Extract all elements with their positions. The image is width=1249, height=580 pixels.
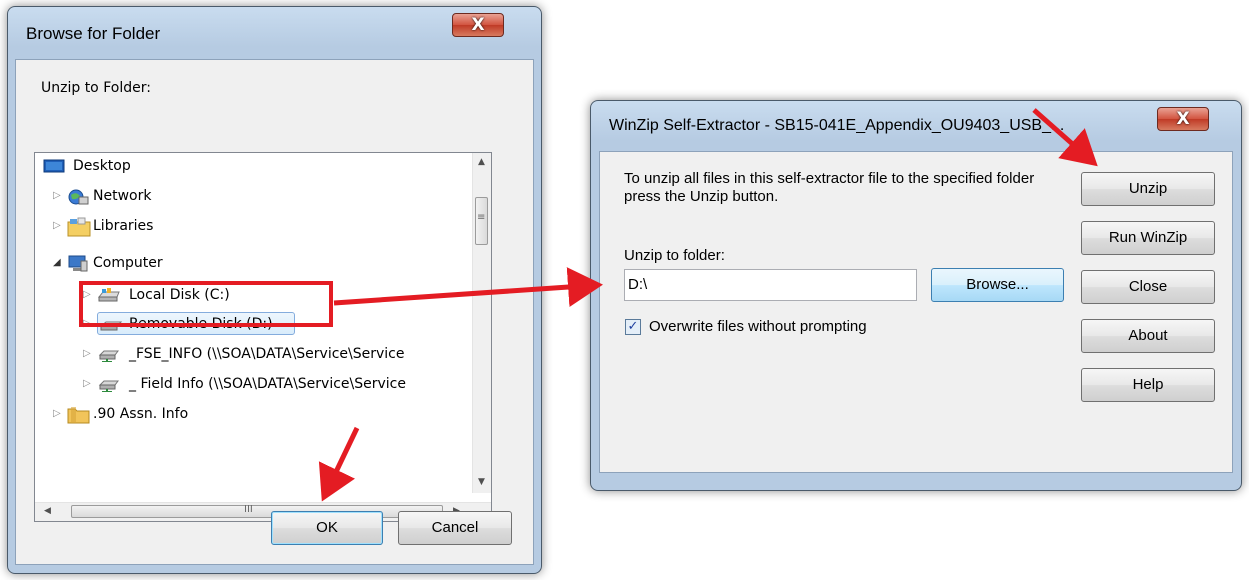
expand-arrow-icon[interactable]: ▷ bbox=[53, 220, 63, 232]
tree-item-assn-info[interactable]: ▷ .90 Assn. Info bbox=[53, 403, 453, 425]
winzip-instructions: To unzip all files in this self-extracto… bbox=[624, 170, 1035, 205]
tree-item-field-info[interactable]: ▷ _ Field Info (\\SOA\DATA\Service\Servi… bbox=[83, 373, 473, 395]
tree-item-label: Desktop bbox=[73, 158, 131, 174]
browse-dialog-title: Browse for Folder bbox=[26, 24, 161, 43]
winzip-self-extractor-dialog: WinZip Self-Extractor - SB15-041E_Append… bbox=[590, 100, 1242, 491]
tree-item-fse-info[interactable]: ▷ _FSE_INFO (\\SOA\DATA\Service\Service bbox=[83, 343, 473, 365]
scroll-grip-icon: ≡ bbox=[477, 212, 486, 223]
tree-item-label: Computer bbox=[93, 255, 163, 271]
unzip-to-folder-prompt: Unzip to Folder: bbox=[41, 80, 151, 96]
tree-item-desktop[interactable]: Desktop bbox=[43, 155, 463, 177]
expand-arrow-icon[interactable]: ▷ bbox=[83, 348, 93, 360]
tree-item-label: Network bbox=[93, 188, 152, 204]
overwrite-label: Overwrite files without prompting bbox=[649, 318, 867, 335]
tree-item-network[interactable]: ▷ Network bbox=[53, 185, 453, 207]
tree-vertical-scrollbar[interactable]: ▲ ≡ ▼ bbox=[472, 153, 491, 493]
desktop-icon bbox=[43, 158, 65, 174]
help-button[interactable]: Help bbox=[1081, 368, 1215, 402]
browse-button[interactable]: Browse... bbox=[931, 268, 1064, 302]
about-button[interactable]: About bbox=[1081, 319, 1215, 353]
close-icon: X bbox=[1176, 109, 1190, 129]
close-button[interactable]: Close bbox=[1081, 270, 1215, 304]
network-drive-icon bbox=[97, 346, 119, 363]
folder-tree[interactable]: Desktop ▷ Network ▷ Libraries ◢ Computer… bbox=[34, 152, 492, 522]
overwrite-checkbox[interactable]: ✓ bbox=[625, 319, 641, 335]
collapse-arrow-icon[interactable]: ◢ bbox=[53, 257, 63, 269]
tree-item-libraries[interactable]: ▷ Libraries bbox=[53, 215, 453, 237]
removable-disk-highlight-box bbox=[79, 281, 333, 327]
expand-arrow-icon[interactable]: ▷ bbox=[83, 378, 93, 390]
winzip-dialog-close-button[interactable]: X bbox=[1157, 107, 1209, 131]
expand-arrow-icon[interactable]: ▷ bbox=[53, 190, 63, 202]
computer-icon bbox=[67, 255, 89, 272]
run-winzip-button[interactable]: Run WinZip bbox=[1081, 221, 1215, 255]
winzip-dialog-body: To unzip all files in this self-extracto… bbox=[599, 151, 1233, 473]
scroll-left-arrow-icon[interactable]: ◀ bbox=[44, 506, 51, 516]
unzip-folder-input[interactable]: D:\ bbox=[624, 269, 917, 301]
network-drive-icon bbox=[97, 376, 119, 393]
scroll-up-arrow-icon[interactable]: ▲ bbox=[478, 157, 485, 167]
close-icon: X bbox=[471, 15, 485, 35]
unzip-button[interactable]: Unzip bbox=[1081, 172, 1215, 206]
ok-button[interactable]: OK bbox=[271, 511, 383, 545]
scroll-down-arrow-icon[interactable]: ▼ bbox=[478, 477, 485, 487]
libraries-icon bbox=[67, 217, 91, 237]
browse-dialog-close-button[interactable]: X bbox=[452, 13, 504, 37]
tree-item-computer[interactable]: ◢ Computer bbox=[53, 252, 453, 274]
folder-icon bbox=[67, 405, 90, 424]
horizontal-scroll-thumb[interactable]: III bbox=[71, 504, 443, 518]
vertical-scroll-thumb[interactable]: ≡ bbox=[475, 197, 488, 245]
winzip-dialog-title: WinZip Self-Extractor - SB15-041E_Append… bbox=[609, 117, 1065, 134]
tree-item-label: _ Field Info (\\SOA\DATA\Service\Service bbox=[129, 376, 406, 392]
expand-arrow-icon[interactable]: ▷ bbox=[53, 408, 63, 420]
network-icon bbox=[67, 188, 89, 205]
scroll-grip-icon: III bbox=[244, 504, 253, 515]
cancel-button[interactable]: Cancel bbox=[398, 511, 512, 545]
tree-item-label: Libraries bbox=[93, 218, 154, 234]
unzip-to-folder-label: Unzip to folder: bbox=[624, 247, 725, 264]
tree-item-label: .90 Assn. Info bbox=[93, 406, 189, 422]
tree-item-label: _FSE_INFO (\\SOA\DATA\Service\Service bbox=[129, 346, 405, 362]
